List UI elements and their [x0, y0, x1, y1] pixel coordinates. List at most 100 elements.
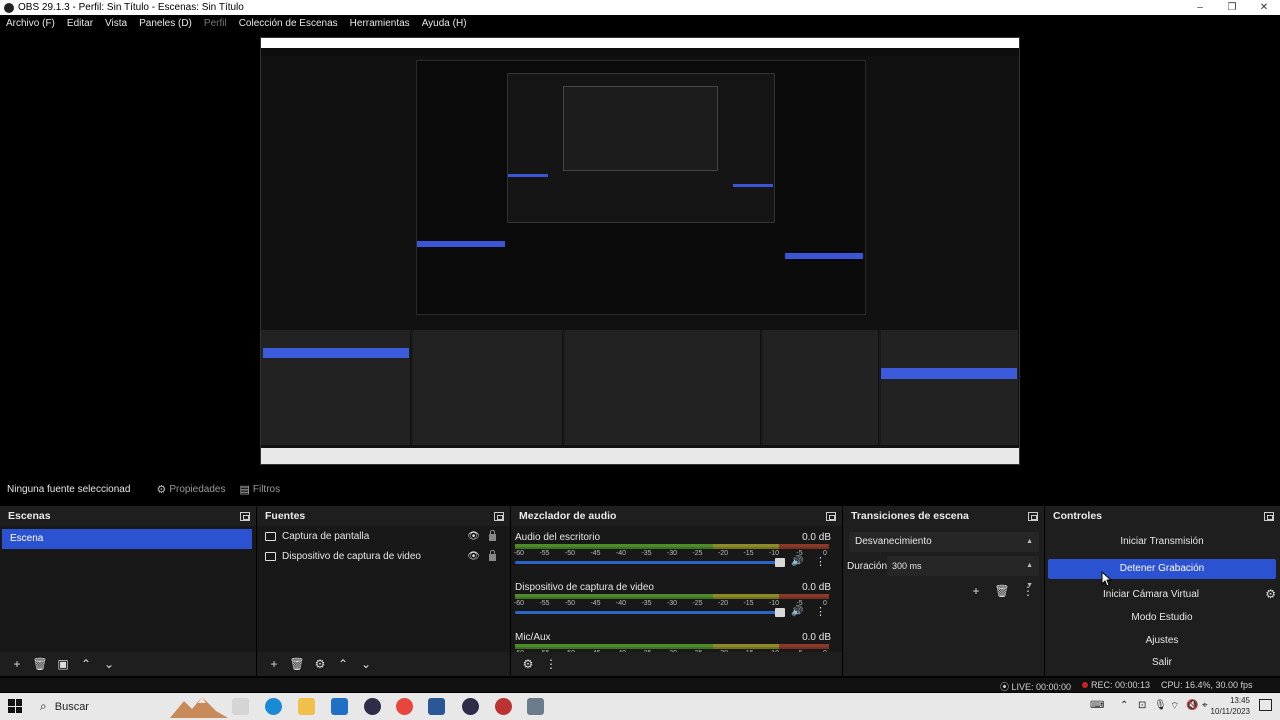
- undock-icon[interactable]: [826, 511, 836, 521]
- controls-dock-title: Controles: [1053, 510, 1103, 522]
- gear-icon[interactable]: ⚙: [1265, 587, 1276, 601]
- speaker-icon[interactable]: 🔊: [791, 606, 803, 617]
- chrome-icon[interactable]: [396, 698, 413, 715]
- scene-item[interactable]: Escena: [2, 529, 252, 549]
- undock-icon[interactable]: [494, 511, 504, 521]
- word-icon[interactable]: [428, 698, 445, 715]
- trash-icon[interactable]: 🗑: [989, 584, 1015, 598]
- source-label: Dispositivo de captura de video: [282, 550, 421, 562]
- eye-icon[interactable]: 👁: [467, 551, 480, 562]
- volume-icon[interactable]: 🔇: [1186, 700, 1198, 711]
- menu-file[interactable]: Archivo (F): [6, 18, 55, 29]
- chevron-up-icon[interactable]: ⌃: [332, 654, 354, 674]
- menu-docks[interactable]: Paneles (D): [139, 18, 192, 29]
- trash-icon[interactable]: 🗑: [29, 654, 51, 674]
- maximize-icon[interactable]: ❐: [1216, 0, 1248, 15]
- task-view-icon[interactable]: [232, 698, 249, 715]
- start-virtual-camera-button[interactable]: Iniciar Cámara Virtual: [1048, 585, 1254, 605]
- menu-profile[interactable]: Perfil: [204, 18, 227, 29]
- source-item[interactable]: Dispositivo de captura de video 👁: [257, 546, 510, 566]
- file-explorer-icon[interactable]: [298, 698, 315, 715]
- obs-logo-icon: [4, 2, 14, 13]
- exit-button[interactable]: Salir: [1048, 653, 1276, 673]
- meter-tick-label: -10: [768, 550, 780, 557]
- add-icon[interactable]: +: [6, 654, 28, 674]
- scenes-toolbar: + 🗑 ▣ ⌃ ⌄: [0, 652, 256, 676]
- keyboard-icon[interactable]: ⌨: [1090, 700, 1104, 711]
- source-item[interactable]: Captura de pantalla 👁: [257, 526, 510, 546]
- gear-icon[interactable]: ⚙: [309, 654, 331, 674]
- windows-start-icon[interactable]: [8, 699, 22, 713]
- taskbar-clock[interactable]: 13:45 10/11/2023: [1211, 695, 1250, 717]
- advanced-audio-icon[interactable]: ⚙: [517, 654, 539, 674]
- more-options-icon[interactable]: ⋮: [815, 605, 826, 618]
- close-icon[interactable]: ✕: [1248, 0, 1280, 15]
- chevron-down-icon[interactable]: ⌄: [98, 654, 120, 674]
- lock-icon[interactable]: [489, 530, 496, 541]
- scenes-dock: Escenas Escena + 🗑 ▣ ⌃ ⌄: [0, 506, 256, 676]
- eye-icon[interactable]: 👁: [467, 531, 480, 542]
- clock-time: 13:45: [1229, 696, 1250, 705]
- meter-tick-label: -55: [539, 550, 550, 557]
- stop-recording-button[interactable]: Detener Grabación: [1048, 559, 1276, 579]
- mixer-dock-header: Mezclador de audio: [511, 506, 842, 526]
- add-icon[interactable]: +: [963, 584, 989, 598]
- lock-icon[interactable]: [489, 550, 496, 561]
- edge-icon[interactable]: [265, 698, 282, 715]
- mic-icon[interactable]: 🎙: [1154, 700, 1167, 711]
- mail-icon[interactable]: [331, 698, 348, 715]
- preview-canvas[interactable]: [0, 32, 1280, 476]
- trash-icon[interactable]: 🗑: [286, 654, 308, 674]
- filter-icon[interactable]: ▣: [52, 654, 74, 674]
- start-streaming-button[interactable]: Iniciar Transmisión: [1048, 532, 1276, 552]
- properties-button[interactable]: ⚙ Propiedades: [156, 483, 225, 496]
- nested-selection-bar: [508, 174, 548, 177]
- menu-view[interactable]: Vista: [105, 18, 127, 29]
- camera-icon: [265, 551, 276, 561]
- chevron-up-icon[interactable]: ⌃: [75, 654, 97, 674]
- volume-slider[interactable]: [515, 608, 785, 617]
- recording-app-icon[interactable]: [495, 698, 512, 715]
- obs-icon[interactable]: [364, 698, 381, 715]
- volume-slider[interactable]: [515, 558, 785, 567]
- duration-spinbox[interactable]: 300 ms ▲ ▼: [887, 556, 1039, 589]
- meter-tick-label: -45: [590, 550, 601, 557]
- more-options-icon[interactable]: ⋮: [1015, 584, 1041, 598]
- chevron-down-icon[interactable]: ⌄: [355, 654, 377, 674]
- volume-knob[interactable]: [775, 558, 785, 567]
- signal-icon: ⦿: [1000, 682, 1012, 692]
- more-options-icon[interactable]: ⋮: [815, 555, 826, 568]
- meter-tick-label: -20: [717, 550, 729, 557]
- minimize-icon[interactable]: –: [1184, 0, 1216, 15]
- wifi-icon[interactable]: ⌔: [1170, 700, 1179, 713]
- camera-app-icon[interactable]: [527, 698, 544, 715]
- undock-icon[interactable]: [240, 511, 250, 521]
- notification-icon[interactable]: [1259, 699, 1272, 711]
- meter-tick-label: -30: [666, 550, 678, 557]
- nested-controls-bar: [785, 253, 863, 259]
- settings-button[interactable]: Ajustes: [1048, 631, 1276, 651]
- location-icon[interactable]: ⌖: [1202, 700, 1208, 711]
- volume-knob[interactable]: [775, 608, 785, 617]
- transition-select[interactable]: Desvanecimiento ▲▼: [849, 532, 1039, 565]
- studio-mode-button[interactable]: Modo Estudio: [1048, 608, 1276, 628]
- nested-preview: [416, 60, 866, 315]
- obs-icon[interactable]: [462, 698, 479, 715]
- more-options-icon[interactable]: ⋮: [540, 654, 562, 674]
- menu-scene-collection[interactable]: Colección de Escenas: [239, 18, 338, 29]
- undock-icon[interactable]: [1264, 511, 1274, 521]
- nested-preview-inner: [507, 73, 775, 223]
- channel-name: Mic/Aux: [515, 632, 551, 643]
- speaker-icon[interactable]: 🔊: [791, 556, 803, 567]
- chevron-up-icon[interactable]: ⌃: [1120, 700, 1128, 711]
- sources-dock-header: Fuentes: [257, 506, 510, 526]
- menu-tools[interactable]: Herramientas: [350, 18, 410, 29]
- window-title: OBS 29.1.3 - Perfil: Sin Título - Escena…: [18, 2, 244, 13]
- transitions-dock-title: Transiciones de escena: [851, 510, 969, 522]
- network-icon[interactable]: ⊡: [1138, 700, 1146, 711]
- menu-help[interactable]: Ayuda (H): [422, 18, 467, 29]
- undock-icon[interactable]: [1028, 511, 1038, 521]
- filters-button[interactable]: ▤ Filtros: [239, 483, 280, 496]
- menu-edit[interactable]: Editar: [67, 18, 93, 29]
- add-icon[interactable]: +: [263, 654, 285, 674]
